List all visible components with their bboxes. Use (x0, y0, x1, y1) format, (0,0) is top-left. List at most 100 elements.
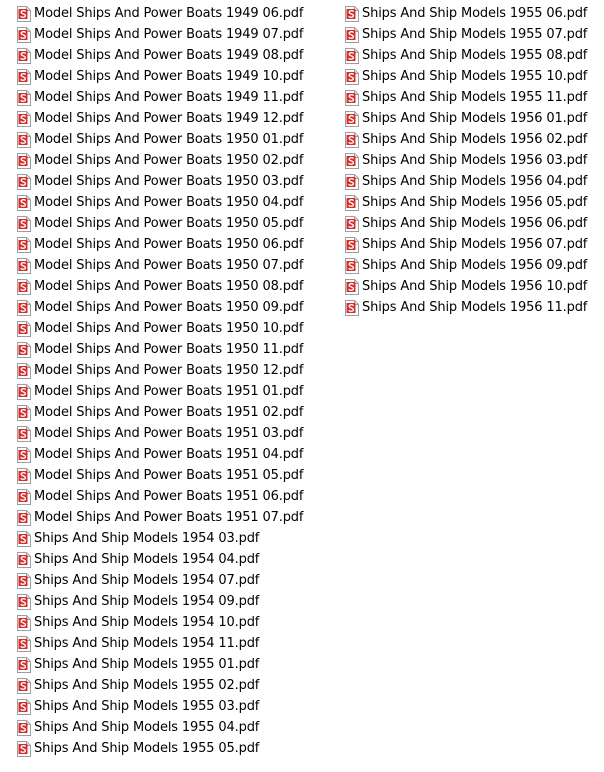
file-item[interactable]: Model Ships And Power Boats 1951 03.pdf (17, 423, 303, 444)
file-item[interactable]: Ships And Ship Models 1955 11.pdf (345, 87, 587, 108)
pdf-file-icon (345, 194, 359, 211)
file-name: Ships And Ship Models 1955 04.pdf (34, 720, 260, 735)
file-item[interactable]: Ships And Ship Models 1954 04.pdf (17, 549, 303, 570)
file-item[interactable]: Ships And Ship Models 1956 10.pdf (345, 276, 587, 297)
file-item[interactable]: Ships And Ship Models 1955 01.pdf (17, 654, 303, 675)
file-name: Ships And Ship Models 1955 03.pdf (34, 699, 260, 714)
file-item[interactable]: Model Ships And Power Boats 1950 05.pdf (17, 213, 303, 234)
file-item[interactable]: Model Ships And Power Boats 1951 05.pdf (17, 465, 303, 486)
file-item[interactable]: Model Ships And Power Boats 1950 12.pdf (17, 360, 303, 381)
pdf-file-icon (345, 131, 359, 148)
pdf-file-icon (17, 236, 31, 253)
pdf-file-icon (345, 236, 359, 253)
file-name: Ships And Ship Models 1955 08.pdf (362, 48, 588, 63)
file-name: Ships And Ship Models 1955 01.pdf (34, 657, 260, 672)
file-item[interactable]: Model Ships And Power Boats 1950 04.pdf (17, 192, 303, 213)
file-item[interactable]: Ships And Ship Models 1955 10.pdf (345, 66, 587, 87)
file-item[interactable]: Model Ships And Power Boats 1950 11.pdf (17, 339, 303, 360)
file-name: Model Ships And Power Boats 1951 04.pdf (34, 447, 304, 462)
pdf-file-icon (17, 89, 31, 106)
pdf-file-icon (17, 467, 31, 484)
file-name: Ships And Ship Models 1956 05.pdf (362, 195, 588, 210)
file-name: Ships And Ship Models 1954 03.pdf (34, 531, 260, 546)
pdf-file-icon (17, 173, 31, 190)
file-name: Model Ships And Power Boats 1949 08.pdf (34, 48, 304, 63)
file-name: Ships And Ship Models 1956 02.pdf (362, 132, 588, 147)
file-name: Model Ships And Power Boats 1949 11.pdf (34, 90, 304, 105)
pdf-file-icon (17, 488, 31, 505)
file-item[interactable]: Model Ships And Power Boats 1950 08.pdf (17, 276, 303, 297)
file-name: Model Ships And Power Boats 1951 07.pdf (34, 510, 304, 525)
file-item[interactable]: Model Ships And Power Boats 1950 10.pdf (17, 318, 303, 339)
pdf-file-icon (345, 278, 359, 295)
pdf-file-icon (345, 47, 359, 64)
file-list: Model Ships And Power Boats 1949 06.pdf M… (0, 0, 604, 772)
file-item[interactable]: Model Ships And Power Boats 1951 01.pdf (17, 381, 303, 402)
file-item[interactable]: Ships And Ship Models 1955 02.pdf (17, 675, 303, 696)
file-item[interactable]: Ships And Ship Models 1954 03.pdf (17, 528, 303, 549)
file-item[interactable]: Ships And Ship Models 1956 04.pdf (345, 171, 587, 192)
file-name: Model Ships And Power Boats 1949 10.pdf (34, 69, 304, 84)
file-item[interactable]: Ships And Ship Models 1955 06.pdf (345, 3, 587, 24)
file-item[interactable]: Model Ships And Power Boats 1949 11.pdf (17, 87, 303, 108)
pdf-file-icon (17, 425, 31, 442)
file-item[interactable]: Ships And Ship Models 1956 07.pdf (345, 234, 587, 255)
pdf-file-icon (17, 299, 31, 316)
file-name: Model Ships And Power Boats 1950 03.pdf (34, 174, 304, 189)
file-name: Ships And Ship Models 1955 11.pdf (362, 90, 588, 105)
file-item[interactable]: Model Ships And Power Boats 1950 01.pdf (17, 129, 303, 150)
pdf-file-icon (17, 551, 31, 568)
file-item[interactable]: Model Ships And Power Boats 1950 02.pdf (17, 150, 303, 171)
file-item[interactable]: Model Ships And Power Boats 1951 02.pdf (17, 402, 303, 423)
file-item[interactable]: Ships And Ship Models 1955 05.pdf (17, 738, 303, 759)
file-item[interactable]: Ships And Ship Models 1955 04.pdf (17, 717, 303, 738)
file-item[interactable]: Ships And Ship Models 1954 10.pdf (17, 612, 303, 633)
pdf-file-icon (345, 152, 359, 169)
pdf-file-icon (17, 593, 31, 610)
file-name: Ships And Ship Models 1956 03.pdf (362, 153, 588, 168)
file-item[interactable]: Model Ships And Power Boats 1950 09.pdf (17, 297, 303, 318)
file-name: Model Ships And Power Boats 1950 01.pdf (34, 132, 304, 147)
file-item[interactable]: Model Ships And Power Boats 1949 12.pdf (17, 108, 303, 129)
pdf-file-icon (17, 362, 31, 379)
file-item[interactable]: Model Ships And Power Boats 1949 07.pdf (17, 24, 303, 45)
pdf-file-icon (17, 530, 31, 547)
pdf-file-icon (17, 614, 31, 631)
pdf-file-icon (17, 446, 31, 463)
file-item[interactable]: Ships And Ship Models 1955 08.pdf (345, 45, 587, 66)
pdf-file-icon (17, 341, 31, 358)
file-name: Model Ships And Power Boats 1950 09.pdf (34, 300, 304, 315)
file-item[interactable]: Model Ships And Power Boats 1950 06.pdf (17, 234, 303, 255)
file-item[interactable]: Ships And Ship Models 1956 01.pdf (345, 108, 587, 129)
file-name: Ships And Ship Models 1956 09.pdf (362, 258, 588, 273)
file-item[interactable]: Model Ships And Power Boats 1949 08.pdf (17, 45, 303, 66)
pdf-file-icon (17, 383, 31, 400)
file-item[interactable]: Ships And Ship Models 1954 11.pdf (17, 633, 303, 654)
file-item[interactable]: Model Ships And Power Boats 1949 10.pdf (17, 66, 303, 87)
file-name: Model Ships And Power Boats 1950 08.pdf (34, 279, 304, 294)
file-item[interactable]: Model Ships And Power Boats 1950 07.pdf (17, 255, 303, 276)
file-item[interactable]: Ships And Ship Models 1956 06.pdf (345, 213, 587, 234)
file-item[interactable]: Ships And Ship Models 1954 07.pdf (17, 570, 303, 591)
pdf-file-icon (17, 509, 31, 526)
file-item[interactable]: Model Ships And Power Boats 1951 07.pdf (17, 507, 303, 528)
file-item[interactable]: Ships And Ship Models 1956 11.pdf (345, 297, 587, 318)
pdf-file-icon (345, 215, 359, 232)
file-name: Model Ships And Power Boats 1951 06.pdf (34, 489, 304, 504)
file-item[interactable]: Ships And Ship Models 1956 02.pdf (345, 129, 587, 150)
file-item[interactable]: Model Ships And Power Boats 1950 03.pdf (17, 171, 303, 192)
pdf-file-icon (345, 5, 359, 22)
file-item[interactable]: Model Ships And Power Boats 1949 06.pdf (17, 3, 303, 24)
file-item[interactable]: Ships And Ship Models 1956 03.pdf (345, 150, 587, 171)
file-name: Ships And Ship Models 1954 09.pdf (34, 594, 260, 609)
file-item[interactable]: Model Ships And Power Boats 1951 06.pdf (17, 486, 303, 507)
file-name: Model Ships And Power Boats 1950 04.pdf (34, 195, 304, 210)
file-item[interactable]: Ships And Ship Models 1955 03.pdf (17, 696, 303, 717)
pdf-file-icon (17, 404, 31, 421)
file-item[interactable]: Model Ships And Power Boats 1951 04.pdf (17, 444, 303, 465)
file-name: Model Ships And Power Boats 1950 05.pdf (34, 216, 304, 231)
file-item[interactable]: Ships And Ship Models 1955 07.pdf (345, 24, 587, 45)
file-item[interactable]: Ships And Ship Models 1954 09.pdf (17, 591, 303, 612)
file-item[interactable]: Ships And Ship Models 1956 09.pdf (345, 255, 587, 276)
file-item[interactable]: Ships And Ship Models 1956 05.pdf (345, 192, 587, 213)
